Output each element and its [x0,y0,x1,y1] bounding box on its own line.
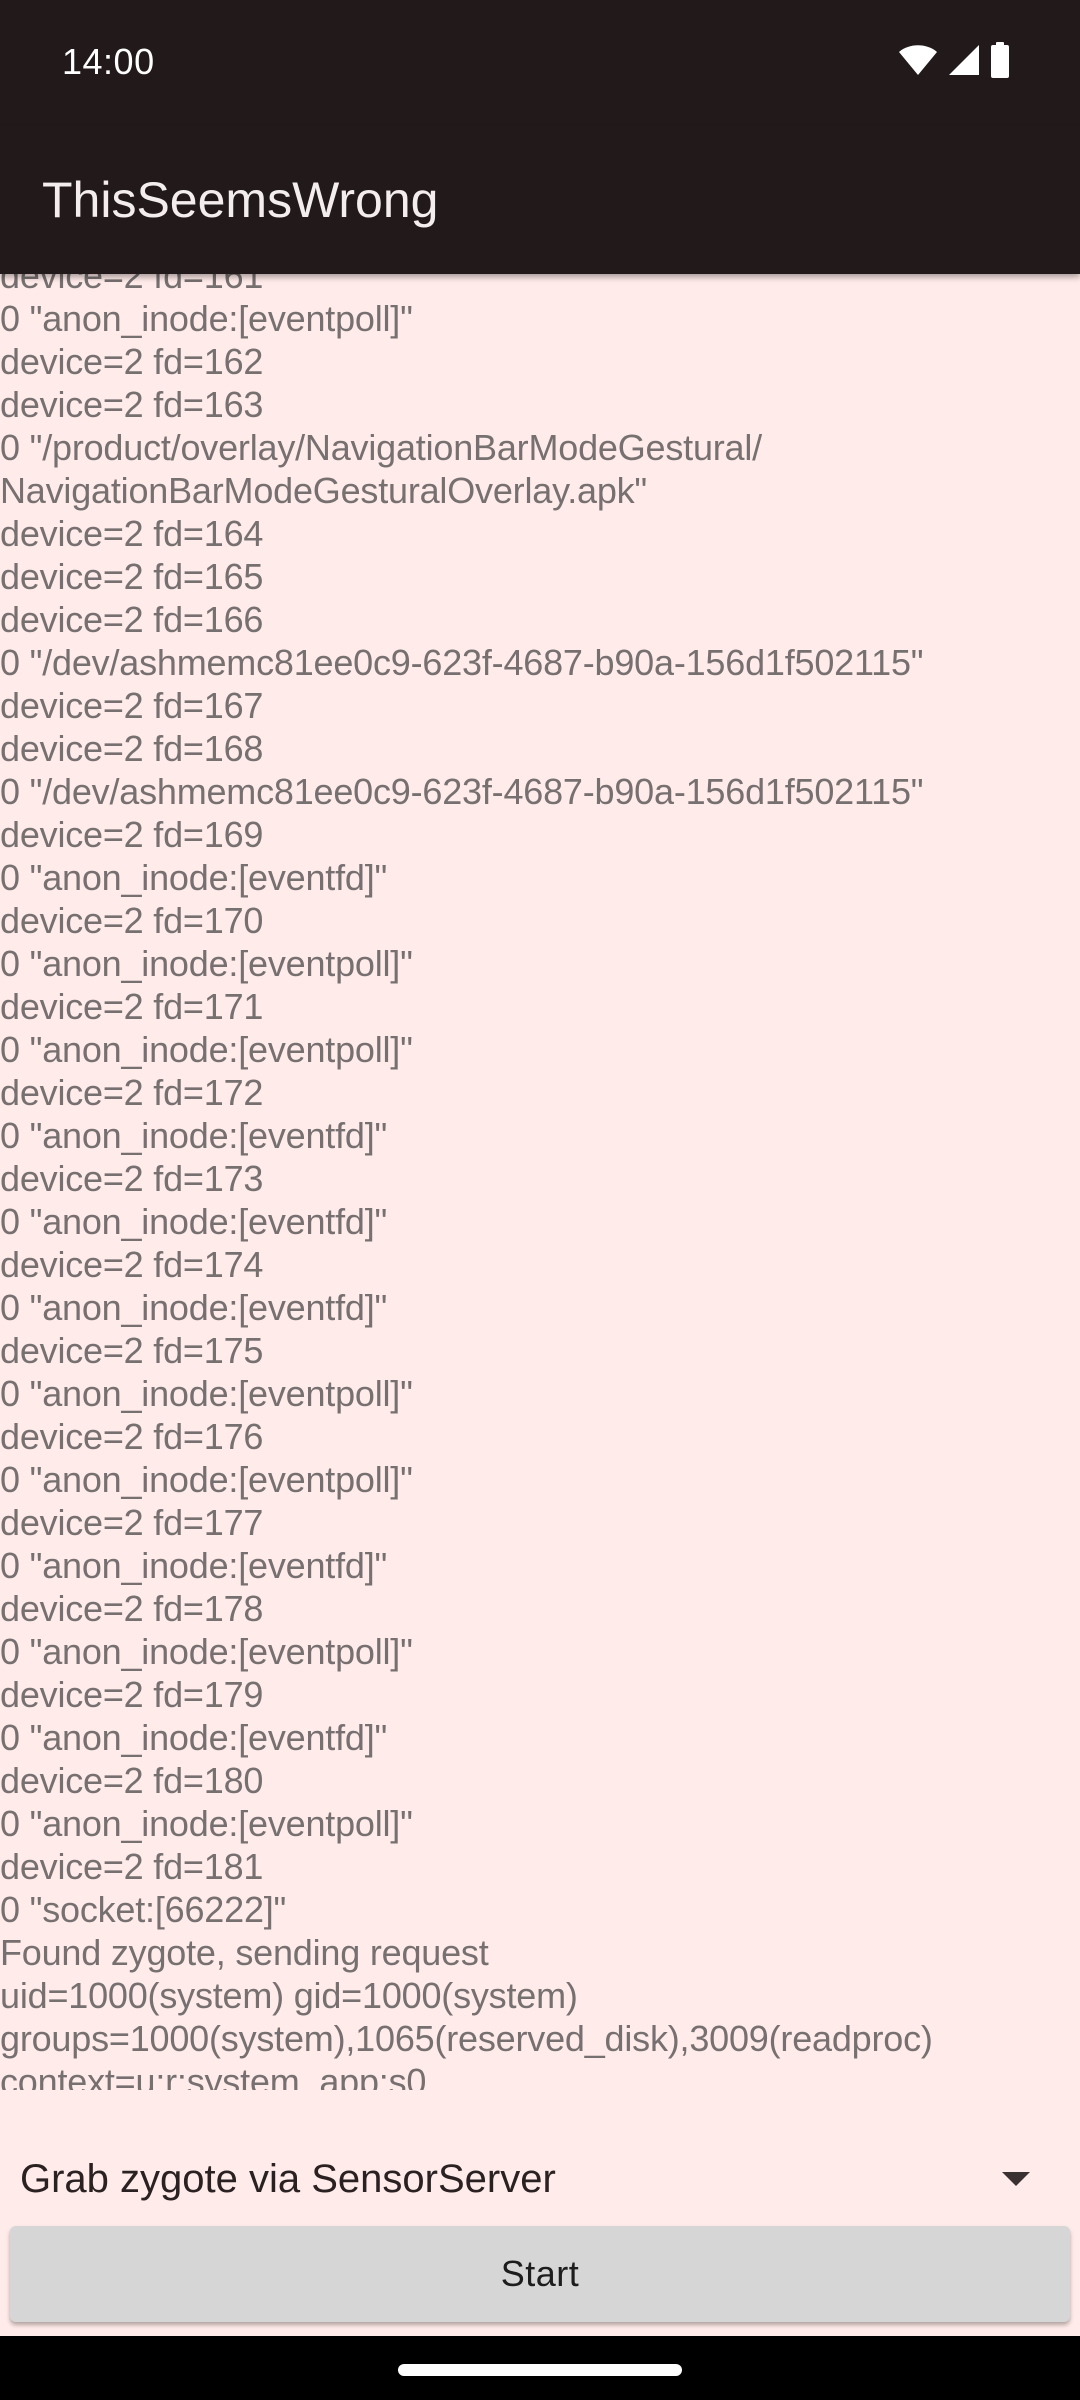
log-output[interactable]: device=2 fd=161 0 "anon_inode:[eventpoll]… [0,274,1080,2090]
log-line: device=2 fd=163 [0,384,264,425]
log-line: context=u:r:system_app:s0 [0,2061,427,2090]
log-line: device=2 fd=164 [0,513,264,554]
log-line: device=2 fd=180 [0,1760,264,1801]
log-line: uid=1000(system) gid=1000(system) [0,1975,578,2016]
cellular-signal-icon [948,43,980,82]
log-line: 0 "anon_inode:[eventfd]" [0,1717,388,1758]
log-line: 0 "anon_inode:[eventpoll]" [0,943,413,984]
app-bar: ThisSeemsWrong [0,126,1080,274]
log-line: device=2 fd=161 [0,274,264,296]
log-line: device=2 fd=177 [0,1502,264,1543]
log-line: 0 "anon_inode:[eventpoll]" [0,1459,413,1500]
log-line: device=2 fd=165 [0,556,264,597]
log-line: 0 "anon_inode:[eventpoll]" [0,1631,413,1672]
status-bar: 14:00 [0,0,1080,126]
log-line: groups=1000(system),1065(reserved_disk),… [0,2018,933,2059]
status-time: 14:00 [62,41,155,82]
wifi-icon [898,43,938,82]
log-line: device=2 fd=179 [0,1674,264,1715]
log-line: device=2 fd=178 [0,1588,264,1629]
gesture-handle[interactable] [398,2364,682,2376]
log-line: 0 "anon_inode:[eventpoll]" [0,1373,413,1414]
log-line: NavigationBarModeGesturalOverlay.apk" [0,470,648,511]
log-line: 0 "anon_inode:[eventpoll]" [0,1803,413,1844]
log-line: device=2 fd=167 [0,685,264,726]
log-line: 0 "/product/overlay/NavigationBarModeGes… [0,427,762,468]
log-line: device=2 fd=174 [0,1244,264,1285]
log-line: 0 "/dev/ashmemc81ee0c9-623f-4687-b90a-15… [0,642,924,683]
log-line: device=2 fd=170 [0,900,264,941]
log-line: 0 "anon_inode:[eventfd]" [0,1115,388,1156]
log-line: device=2 fd=176 [0,1416,264,1457]
dropdown-arrow-icon [1002,2172,1030,2186]
log-line: 0 "anon_inode:[eventfd]" [0,1287,388,1328]
log-line: device=2 fd=172 [0,1072,264,1113]
log-line: 0 "anon_inode:[eventpoll]" [0,1029,413,1070]
navigation-bar [0,2336,1080,2400]
log-line: 0 "anon_inode:[eventpoll]" [0,298,413,339]
spinner-selected-value: Grab zygote via SensorServer [20,2157,556,2201]
log-line: device=2 fd=169 [0,814,264,855]
log-line: 0 "anon_inode:[eventfd]" [0,1545,388,1586]
status-icons [898,41,1010,83]
mode-spinner[interactable]: Grab zygote via SensorServer [0,2140,1080,2220]
log-line: 0 "socket:[66222]" [0,1889,287,1930]
log-line: 0 "/dev/ashmemc81ee0c9-623f-4687-b90a-15… [0,771,924,812]
app-title: ThisSeemsWrong [42,172,439,228]
log-line: 0 "anon_inode:[eventfd]" [0,857,388,898]
log-line: 0 "anon_inode:[eventfd]" [0,1201,388,1242]
log-line: device=2 fd=168 [0,728,264,769]
log-line: device=2 fd=181 [0,1846,264,1887]
start-button[interactable]: Start [10,2226,1070,2322]
log-line: device=2 fd=166 [0,599,264,640]
log-line: device=2 fd=171 [0,986,264,1027]
battery-icon [990,41,1010,83]
log-line: device=2 fd=173 [0,1158,264,1199]
log-lines: device=2 fd=161 0 "anon_inode:[eventpoll]… [0,274,1080,2090]
log-line: Found zygote, sending request [0,1932,489,1973]
log-line: device=2 fd=162 [0,341,264,382]
log-line: device=2 fd=175 [0,1330,264,1371]
